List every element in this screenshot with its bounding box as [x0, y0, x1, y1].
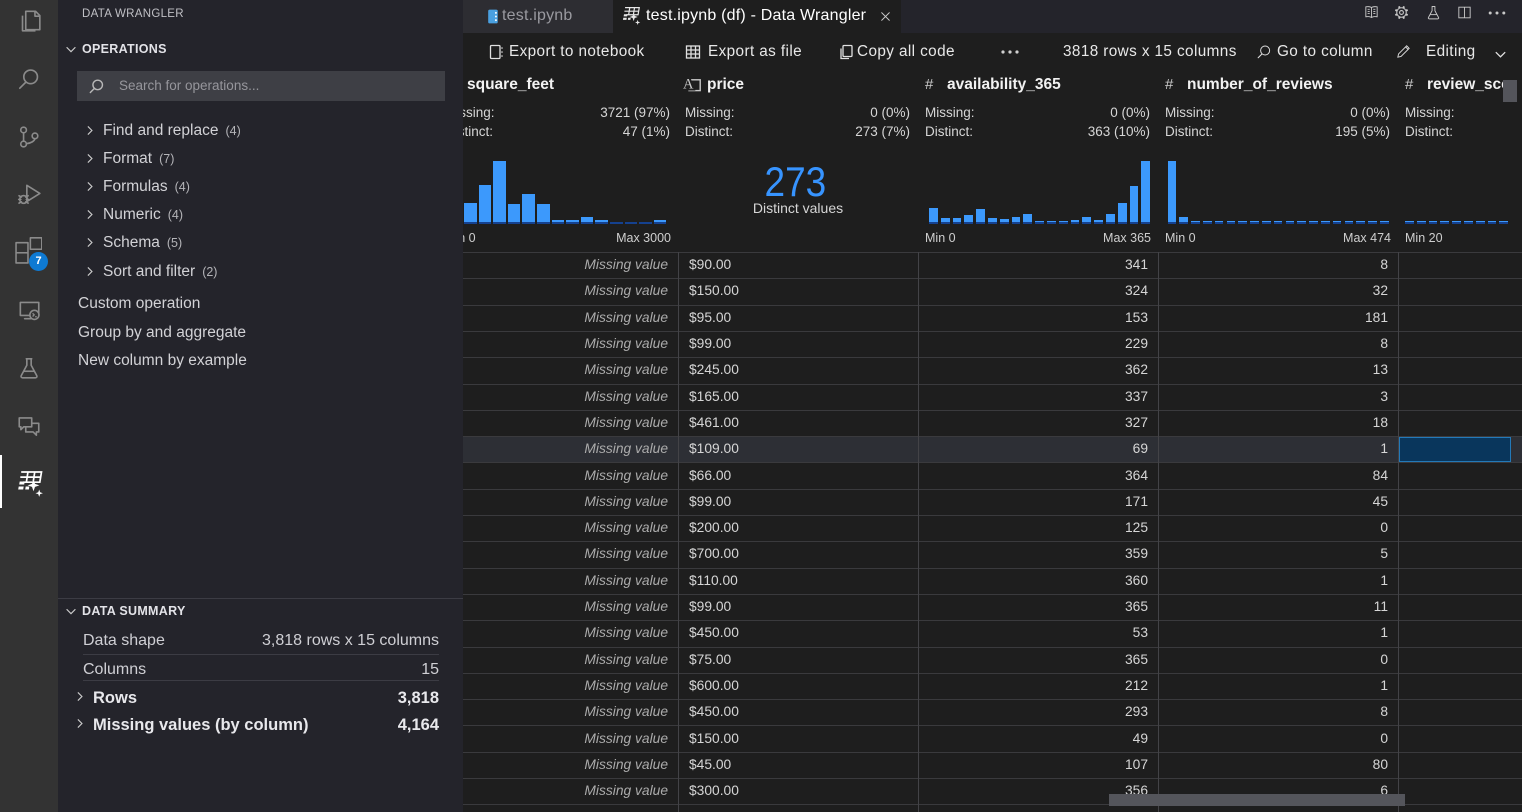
svg-text:A: A [683, 77, 694, 92]
